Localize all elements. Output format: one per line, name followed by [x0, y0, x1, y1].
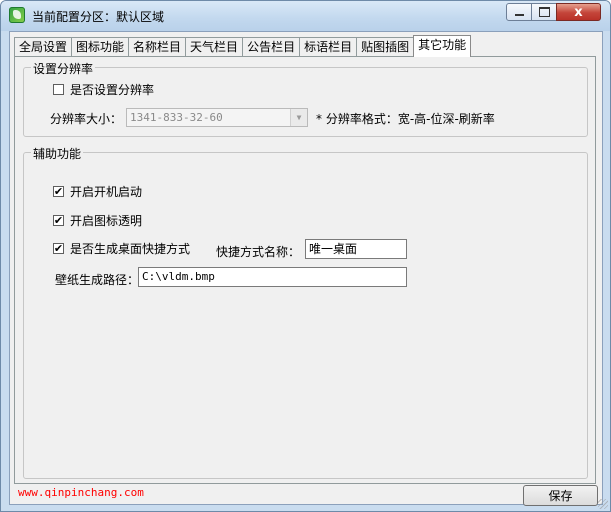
main-window: 当前配置分区：默认区域 x 全局设置 图标功能 名称栏目 天气栏目 公告栏目 标… [0, 0, 611, 512]
resolution-groupbox: 设置分辨率 是否设置分辨率 分辨率大小： 1341-833-32-60 ▼ * … [23, 60, 588, 137]
set-resolution-checkbox-box[interactable] [53, 84, 64, 95]
set-resolution-checkbox[interactable]: 是否设置分辨率 [53, 81, 154, 98]
tab-weather-column[interactable]: 天气栏目 [185, 37, 244, 56]
resize-grip-icon[interactable] [598, 499, 608, 509]
icon-transparent-label: 开启图标透明 [70, 214, 143, 228]
tab-global-settings[interactable]: 全局设置 [14, 37, 73, 56]
tab-strip: 全局设置 图标功能 名称栏目 天气栏目 公告栏目 标语栏目 贴图插图 其它功能 [14, 34, 472, 57]
client-area: 全局设置 图标功能 名称栏目 天气栏目 公告栏目 标语栏目 贴图插图 其它功能 … [9, 31, 603, 506]
resolution-size-dropdown[interactable]: 1341-833-32-60 ▼ [126, 108, 308, 127]
resolution-group-legend: 设置分辨率 [31, 60, 96, 77]
save-button[interactable]: 保存 [523, 485, 598, 506]
startup-label: 开启开机启动 [70, 185, 143, 199]
startup-checkbox[interactable]: ✔ 开启开机启动 [53, 183, 142, 200]
chevron-down-icon[interactable]: ▼ [290, 109, 307, 126]
tab-name-column[interactable]: 名称栏目 [128, 37, 187, 56]
desktop-shortcut-checkbox[interactable]: ✔ 是否生成桌面快捷方式 [53, 240, 190, 257]
icon-transparent-checkbox-box[interactable]: ✔ [53, 215, 64, 226]
desktop-shortcut-checkbox-box[interactable]: ✔ [53, 243, 64, 254]
shortcut-name-label: 快捷方式名称： [216, 245, 301, 259]
resolution-size-label: 分辨率大小： [50, 112, 123, 126]
maximize-button[interactable] [531, 3, 557, 21]
minimize-icon [514, 14, 524, 16]
icon-transparent-checkbox[interactable]: ✔ 开启图标透明 [53, 212, 142, 229]
resolution-size-value: 1341-833-32-60 [130, 111, 223, 124]
tab-panel-other-functions: 设置分辨率 是否设置分辨率 分辨率大小： 1341-833-32-60 ▼ * … [14, 56, 596, 484]
window-title: 当前配置分区：默认区域 [32, 10, 165, 24]
desktop-shortcut-label: 是否生成桌面快捷方式 [70, 242, 191, 256]
shortcut-name-input[interactable]: 唯一桌面 [305, 239, 407, 259]
auxiliary-groupbox: 辅助功能 ✔ 开启开机启动 ✔ 开启图标透明 ✔ 是否生成桌面快捷方式 快捷方式… [23, 145, 588, 479]
tab-slogan-column[interactable]: 标语栏目 [299, 37, 358, 56]
resolution-format-hint: * 分辨率格式：宽-高-位深-刷新率 [316, 112, 495, 126]
close-button[interactable]: x [556, 3, 601, 21]
app-leaf-icon [9, 7, 25, 23]
startup-checkbox-box[interactable]: ✔ [53, 186, 64, 197]
wallpaper-path-label: 壁纸生成路径： [55, 273, 140, 287]
minimize-button[interactable] [506, 3, 532, 21]
tab-sticker-insert[interactable]: 贴图插图 [356, 37, 415, 56]
auxiliary-group-legend: 辅助功能 [31, 145, 84, 162]
website-link[interactable]: www.qinpinchang.com [18, 486, 144, 499]
tab-other-functions[interactable]: 其它功能 [413, 35, 472, 57]
close-icon: x [574, 4, 583, 20]
tab-notice-column[interactable]: 公告栏目 [242, 37, 301, 56]
maximize-icon [538, 7, 550, 17]
wallpaper-path-input[interactable]: C:\vldm.bmp [138, 267, 407, 287]
set-resolution-label: 是否设置分辨率 [70, 83, 155, 97]
title-bar[interactable]: 当前配置分区：默认区域 x [1, 1, 610, 31]
tab-icon-function[interactable]: 图标功能 [71, 37, 130, 56]
